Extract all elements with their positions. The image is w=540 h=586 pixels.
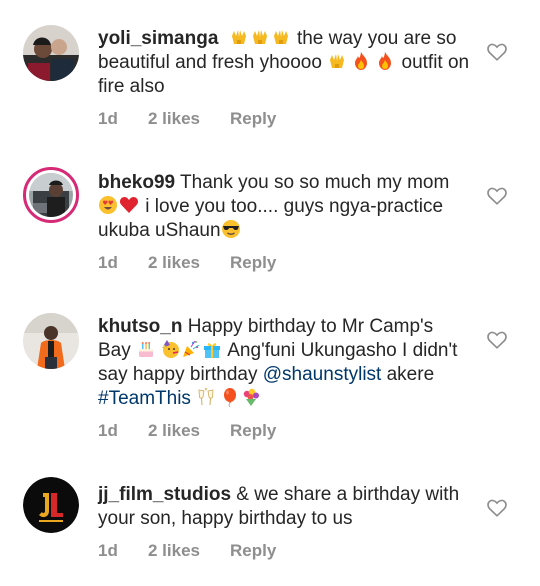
- avatar[interactable]: [23, 313, 79, 369]
- comment-age: 1d: [98, 541, 118, 560]
- heart-outline-icon[interactable]: [486, 185, 508, 207]
- raising-hands-icon: [229, 27, 249, 47]
- comment-username[interactable]: yoli_simanga: [98, 28, 218, 49]
- comment-likes[interactable]: 2 likes: [148, 253, 230, 273]
- balloon-icon: [220, 387, 240, 407]
- comment-text-segment: Thank you so so much my mom: [175, 172, 450, 193]
- avatar[interactable]: [23, 477, 79, 533]
- sunglasses-icon: [221, 219, 241, 239]
- raising-hands-icon: [271, 27, 291, 47]
- comment-age: 1d: [98, 421, 118, 440]
- reply-button[interactable]: Reply: [230, 541, 276, 561]
- comment-likes[interactable]: 2 likes: [148, 541, 230, 561]
- bouquet-icon: [241, 387, 261, 407]
- comment-text: yoli_simanga the way you are so beautifu…: [98, 27, 470, 99]
- comment-age: 1d: [98, 109, 118, 128]
- comment-meta: 1d 2 likes Reply: [98, 109, 276, 129]
- red-heart-icon: [119, 195, 139, 215]
- comment-username[interactable]: jj_film_studios: [98, 484, 231, 505]
- fire-icon: [375, 51, 395, 71]
- clinking-glasses-icon: [196, 387, 216, 407]
- party-face-icon: [160, 339, 180, 359]
- comment-meta: 1d 2 likes Reply: [98, 253, 276, 273]
- comment-meta: 1d 2 likes Reply: [98, 421, 276, 441]
- comment-age: 1d: [98, 253, 118, 272]
- heart-outline-icon[interactable]: [486, 497, 508, 519]
- hashtag-link[interactable]: #TeamThis: [98, 388, 191, 409]
- avatar[interactable]: [23, 167, 79, 223]
- comment-text: khutso_n Happy birthday to Mr Camp's Bay…: [98, 315, 470, 411]
- comment-text: bheko99 Thank you so so much my mom i lo…: [98, 171, 470, 243]
- gift-icon: [202, 339, 222, 359]
- raising-hands-icon: [327, 51, 347, 71]
- fire-icon: [351, 51, 371, 71]
- party-popper-icon: [181, 339, 201, 359]
- comment-text: jj_film_studios & we share a birthday wi…: [98, 483, 470, 531]
- birthday-cake-icon: [136, 339, 156, 359]
- avatar[interactable]: [23, 25, 79, 81]
- mention-link[interactable]: @shaunstylist: [263, 364, 382, 385]
- heart-outline-icon[interactable]: [486, 329, 508, 351]
- reply-button[interactable]: Reply: [230, 109, 276, 129]
- heart-eyes-icon: [98, 195, 118, 215]
- comment-text-segment: akere: [386, 364, 435, 385]
- comment-likes[interactable]: 2 likes: [148, 109, 230, 129]
- comment-text-segment: i love you too.... guys ngya-practice uk…: [98, 196, 444, 241]
- comment-username[interactable]: bheko99: [98, 172, 175, 193]
- reply-button[interactable]: Reply: [230, 421, 276, 441]
- comment-likes[interactable]: 2 likes: [148, 421, 230, 441]
- raising-hands-icon: [250, 27, 270, 47]
- comment-username[interactable]: khutso_n: [98, 316, 182, 337]
- comment-meta: 1d 2 likes Reply: [98, 541, 276, 561]
- reply-button[interactable]: Reply: [230, 253, 276, 273]
- heart-outline-icon[interactable]: [486, 41, 508, 63]
